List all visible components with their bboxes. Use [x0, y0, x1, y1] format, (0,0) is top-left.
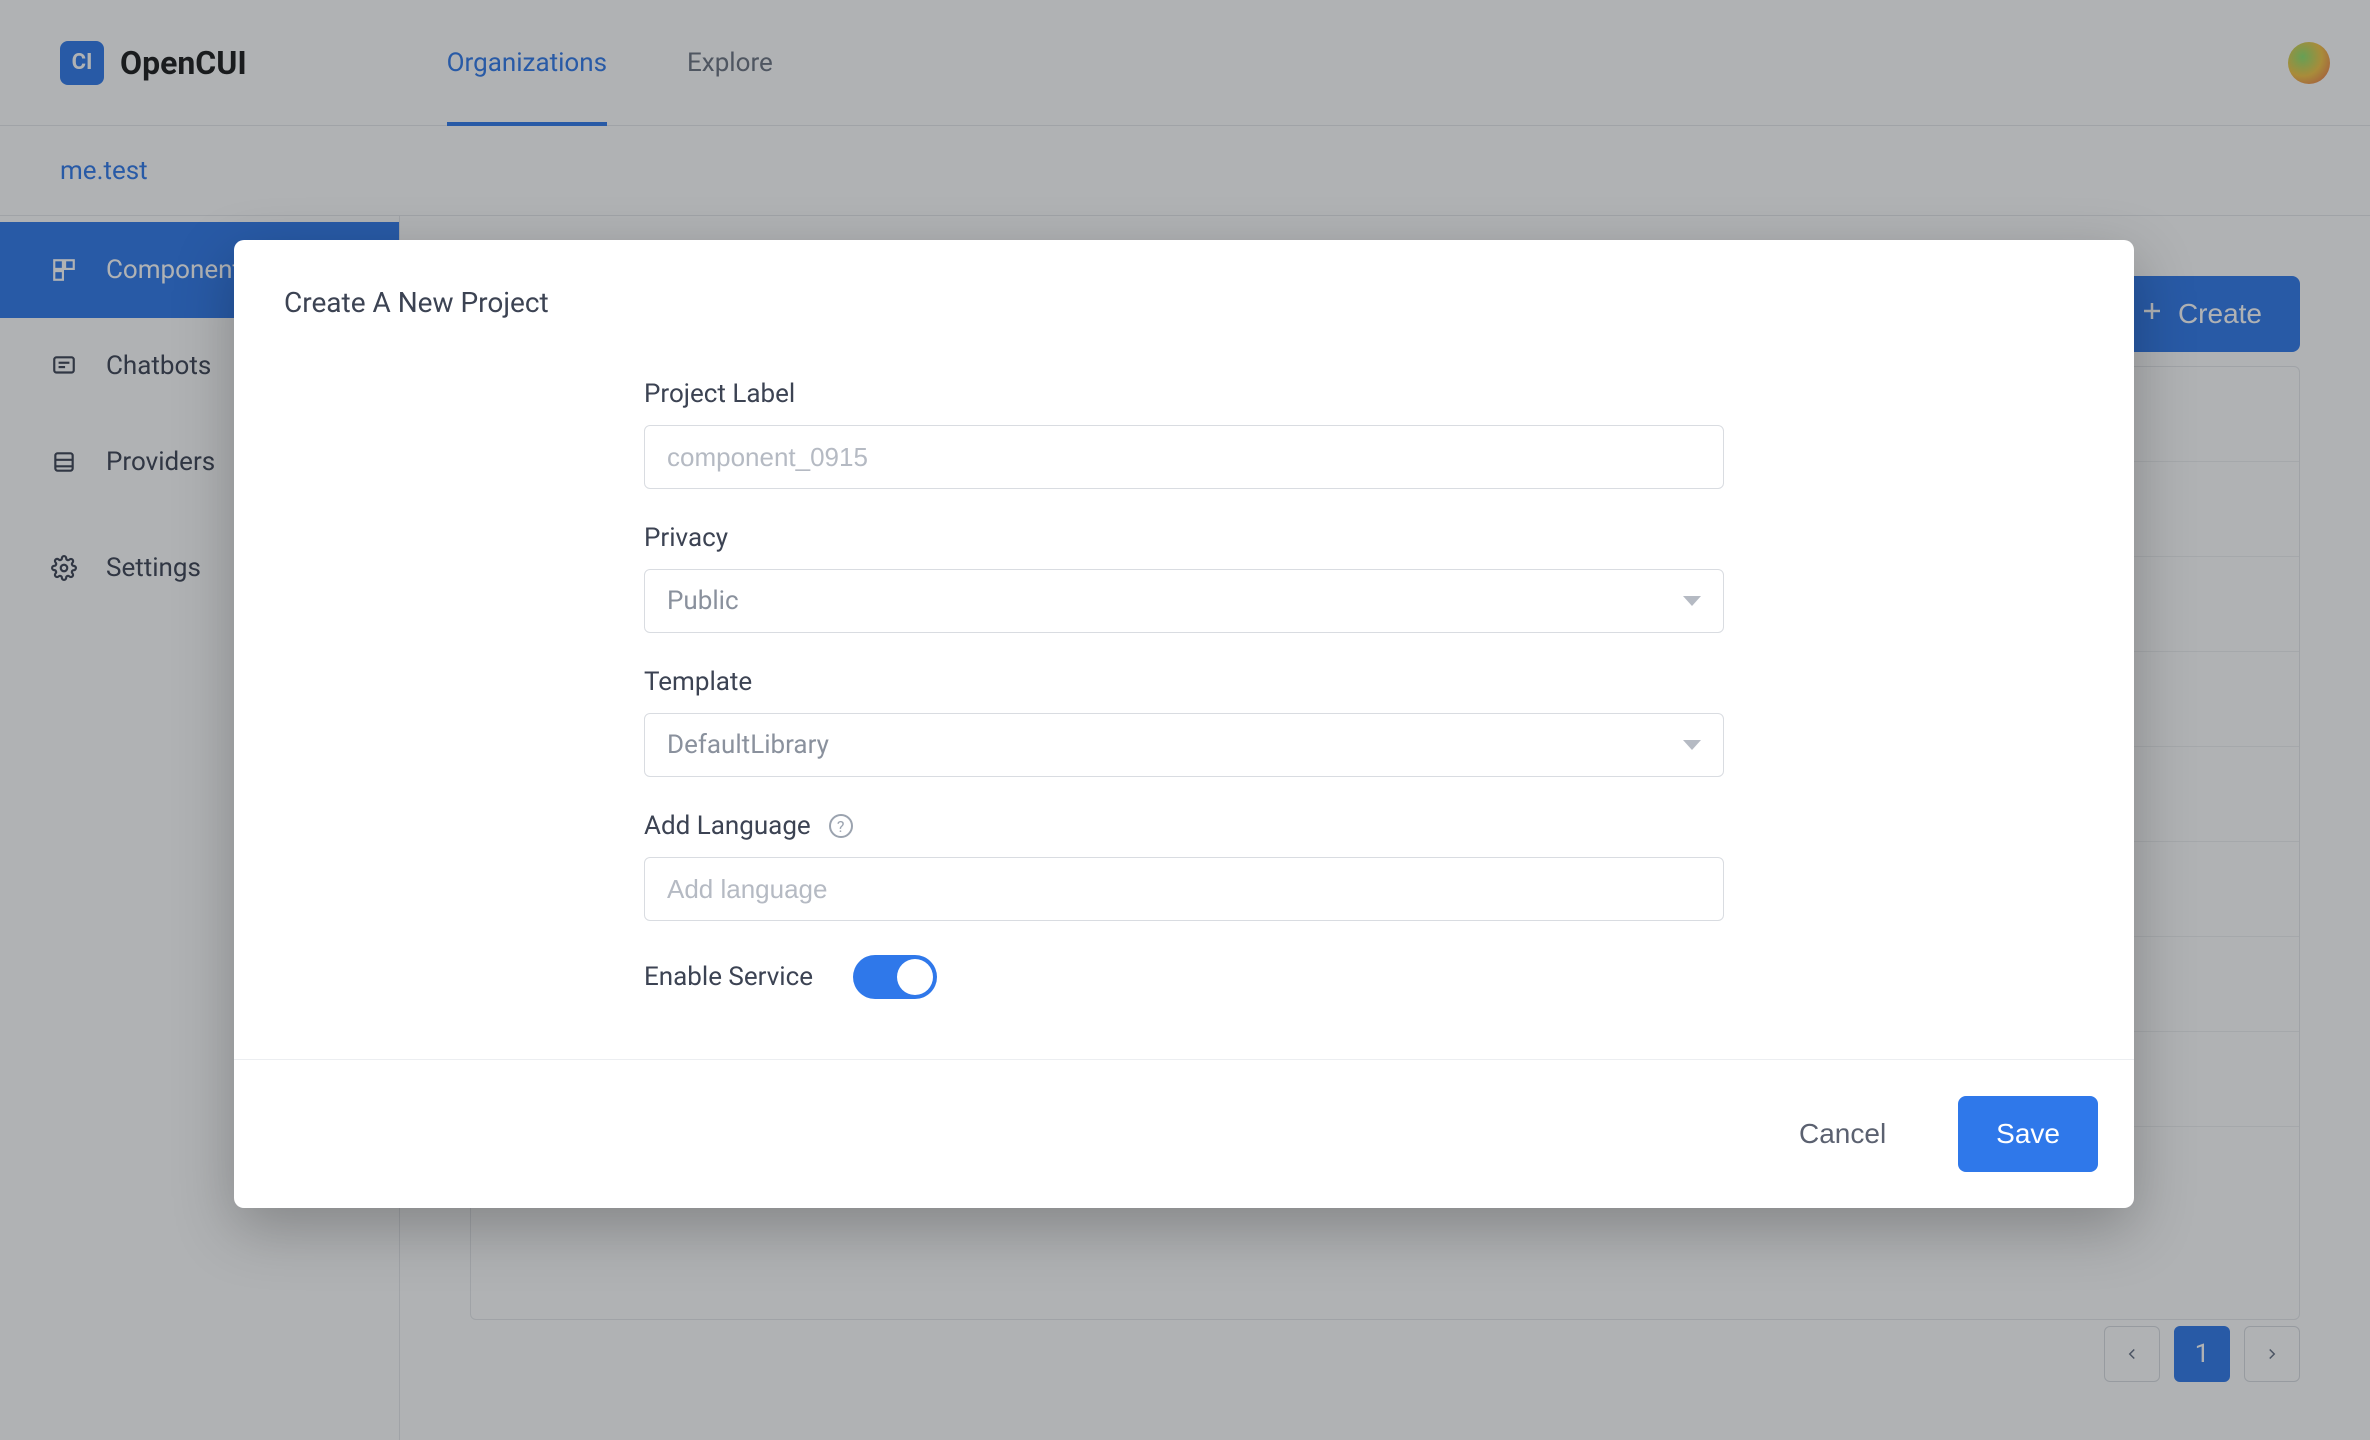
template-label: Template: [644, 667, 1724, 697]
project-label-label: Project Label: [644, 379, 1724, 409]
chevron-down-icon: [1683, 596, 1701, 606]
add-language-input[interactable]: [667, 858, 1701, 920]
enable-service-toggle[interactable]: [853, 955, 937, 999]
modal-body: Project Label Privacy Public Template De…: [234, 359, 2134, 1060]
privacy-label: Privacy: [644, 523, 1724, 553]
privacy-select-value: Public: [667, 586, 739, 616]
create-project-modal: Create A New Project Project Label Priva…: [234, 240, 2134, 1208]
field-project-label: Project Label: [644, 379, 1724, 489]
save-button[interactable]: Save: [1958, 1096, 2098, 1172]
project-label-input[interactable]: [667, 426, 1701, 488]
project-label-input-wrapper: [644, 425, 1724, 489]
field-template: Template DefaultLibrary: [644, 667, 1724, 777]
add-language-label-row: Add Language ?: [644, 811, 1724, 841]
template-select[interactable]: DefaultLibrary: [644, 713, 1724, 777]
help-icon[interactable]: ?: [829, 814, 853, 838]
add-language-input-wrapper: [644, 857, 1724, 921]
field-privacy: Privacy Public: [644, 523, 1724, 633]
modal-footer: Cancel Save: [234, 1060, 2134, 1208]
field-add-language: Add Language ?: [644, 811, 1724, 921]
field-enable-service: Enable Service: [644, 955, 1724, 999]
modal-title: Create A New Project: [234, 240, 2134, 359]
template-select-value: DefaultLibrary: [667, 730, 829, 760]
enable-service-label: Enable Service: [644, 962, 813, 992]
chevron-down-icon: [1683, 740, 1701, 750]
add-language-label: Add Language: [644, 811, 811, 841]
cancel-button[interactable]: Cancel: [1761, 1096, 1924, 1172]
privacy-select[interactable]: Public: [644, 569, 1724, 633]
